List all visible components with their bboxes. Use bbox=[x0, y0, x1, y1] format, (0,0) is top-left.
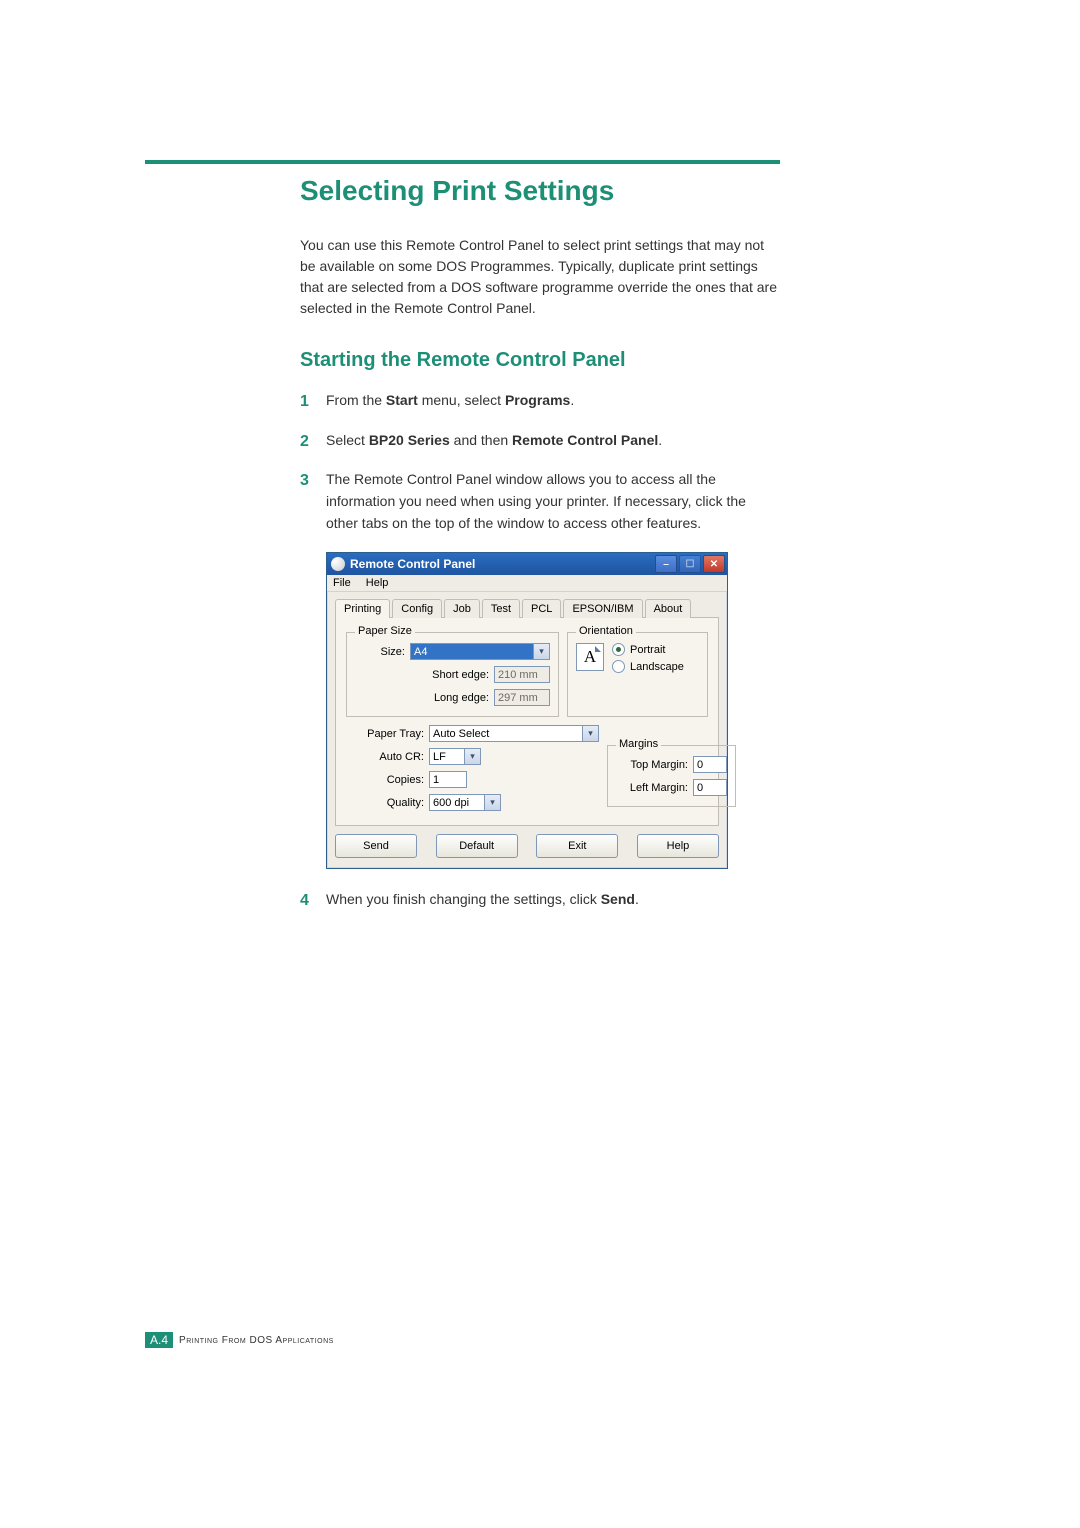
maximize-button: ☐ bbox=[679, 555, 701, 573]
size-label: Size: bbox=[355, 646, 405, 658]
step4-text-a: When you finish changing the settings, c… bbox=[326, 891, 601, 907]
long-edge-label: Long edge: bbox=[411, 692, 489, 704]
section-subheading: Starting the Remote Control Panel bbox=[300, 349, 780, 372]
landscape-radio[interactable]: Landscape bbox=[612, 660, 684, 673]
step1-text-a: From the bbox=[326, 392, 386, 408]
tab-about[interactable]: About bbox=[645, 599, 692, 618]
paper-tray-select[interactable]: Auto Select ▾ bbox=[429, 725, 599, 742]
page-heading: Selecting Print Settings bbox=[300, 175, 780, 207]
portrait-radio[interactable]: Portrait bbox=[612, 643, 684, 656]
autocr-label: Auto CR: bbox=[346, 751, 424, 763]
send-button[interactable]: Send bbox=[335, 834, 417, 858]
step1-programs-label: Programs bbox=[505, 392, 570, 408]
step-4: When you finish changing the settings, c… bbox=[300, 889, 780, 911]
intro-paragraph: You can use this Remote Control Panel to… bbox=[300, 235, 780, 319]
menu-bar: File Help bbox=[327, 575, 727, 592]
autocr-select[interactable]: LF ▾ bbox=[429, 748, 481, 765]
step2-series-label: BP20 Series bbox=[369, 432, 450, 448]
chevron-down-icon: ▾ bbox=[533, 644, 549, 659]
copies-input[interactable]: 1 bbox=[429, 771, 467, 788]
margins-legend: Margins bbox=[616, 738, 661, 750]
help-button[interactable]: Help bbox=[637, 834, 719, 858]
orientation-legend: Orientation bbox=[576, 625, 636, 637]
chevron-down-icon: ▾ bbox=[582, 726, 598, 741]
step1-text-b: menu, select bbox=[418, 392, 505, 408]
short-edge-value: 210 mm bbox=[494, 666, 550, 683]
footer-badge: A.4 bbox=[145, 1332, 173, 1348]
section-rule bbox=[145, 160, 780, 164]
tab-strip: Printing Config Job Test PCL EPSON/IBM A… bbox=[335, 598, 719, 618]
top-margin-label: Top Margin: bbox=[616, 759, 688, 771]
step2-text-b: and then bbox=[450, 432, 512, 448]
steps-list: From the Start menu, select Programs. Se… bbox=[300, 390, 780, 534]
size-select[interactable]: A4 ▾ bbox=[410, 643, 550, 660]
left-margin-label: Left Margin: bbox=[616, 782, 688, 794]
radio-on-icon bbox=[612, 643, 625, 656]
radio-off-icon bbox=[612, 660, 625, 673]
window-title: Remote Control Panel bbox=[350, 557, 475, 571]
tab-epson-ibm[interactable]: EPSON/IBM bbox=[563, 599, 642, 618]
step4-send-label: Send bbox=[601, 891, 635, 907]
step-1: From the Start menu, select Programs. bbox=[300, 390, 780, 412]
minimize-button[interactable]: – bbox=[655, 555, 677, 573]
close-button[interactable]: ✕ bbox=[703, 555, 725, 573]
chevron-down-icon: ▾ bbox=[464, 749, 480, 764]
paper-size-legend: Paper Size bbox=[355, 625, 415, 637]
page-footer: A.4 Printing From DOS Applications bbox=[145, 1332, 334, 1348]
chevron-down-icon: ▾ bbox=[484, 795, 500, 810]
step2-text-c: . bbox=[658, 432, 662, 448]
app-icon bbox=[331, 557, 345, 571]
tab-panel: Paper Size Size: A4 ▾ Short edge: 210 mm bbox=[335, 618, 719, 826]
tab-config[interactable]: Config bbox=[392, 599, 442, 618]
quality-label: Quality: bbox=[346, 797, 424, 809]
step1-text-c: . bbox=[570, 392, 574, 408]
tab-test[interactable]: Test bbox=[482, 599, 520, 618]
short-edge-label: Short edge: bbox=[411, 669, 489, 681]
step4-text-b: . bbox=[635, 891, 639, 907]
step-3: The Remote Control Panel window allows y… bbox=[300, 469, 780, 534]
footer-chapter-title: Printing From DOS Applications bbox=[179, 1335, 334, 1346]
orientation-group: Orientation A Portrait Landscape bbox=[567, 632, 708, 717]
rcp-dialog: Remote Control Panel – ☐ ✕ File Help Pri… bbox=[326, 552, 728, 869]
tab-job[interactable]: Job bbox=[444, 599, 480, 618]
quality-select[interactable]: 600 dpi ▾ bbox=[429, 794, 501, 811]
step1-start-label: Start bbox=[386, 392, 418, 408]
long-edge-value: 297 mm bbox=[494, 689, 550, 706]
window-titlebar[interactable]: Remote Control Panel – ☐ ✕ bbox=[327, 553, 727, 575]
margins-group: Margins Top Margin: 0 Left Margin: 0 bbox=[607, 745, 736, 807]
exit-button[interactable]: Exit bbox=[536, 834, 618, 858]
content-column: Selecting Print Settings You can use thi… bbox=[300, 175, 780, 929]
copies-label: Copies: bbox=[346, 774, 424, 786]
step2-text-a: Select bbox=[326, 432, 369, 448]
top-margin-input[interactable]: 0 bbox=[693, 756, 727, 773]
paper-size-group: Paper Size Size: A4 ▾ Short edge: 210 mm bbox=[346, 632, 559, 717]
steps-list-continued: When you finish changing the settings, c… bbox=[300, 889, 780, 911]
paper-tray-label: Paper Tray: bbox=[346, 728, 424, 740]
tab-pcl[interactable]: PCL bbox=[522, 599, 561, 618]
step-2: Select BP20 Series and then Remote Contr… bbox=[300, 430, 780, 452]
step2-rcp-label: Remote Control Panel bbox=[512, 432, 658, 448]
orientation-preview-icon: A bbox=[576, 643, 604, 671]
dialog-button-row: Send Default Exit Help bbox=[335, 834, 719, 858]
menu-file[interactable]: File bbox=[333, 577, 351, 589]
default-button[interactable]: Default bbox=[436, 834, 518, 858]
menu-help[interactable]: Help bbox=[366, 577, 389, 589]
tab-printing[interactable]: Printing bbox=[335, 599, 390, 618]
left-margin-input[interactable]: 0 bbox=[693, 779, 727, 796]
